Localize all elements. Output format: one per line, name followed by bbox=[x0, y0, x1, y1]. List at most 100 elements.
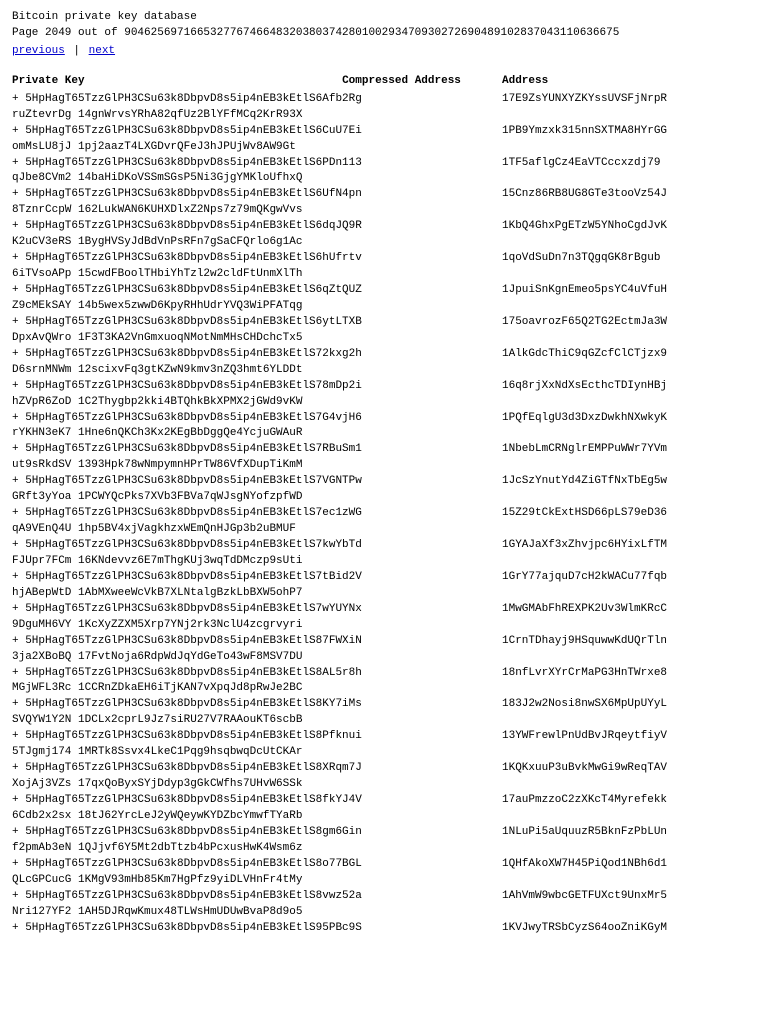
entry-row-1-5: + 5HpHagT65TzzGlPH3CSu63k8DbpvD8s5ip4nEB… bbox=[12, 251, 756, 267]
key-line2-16: 9DguMH6VY 1KcXyZZXM5Xrp7YNj2rk3NclU4zcgr… bbox=[12, 618, 502, 634]
entry-row-1-24: + 5HpHagT65TzzGlPH3CSu63k8DbpvD8s5ip4nEB… bbox=[12, 857, 756, 873]
entry-row-1-23: + 5HpHagT65TzzGlPH3CSu63k8DbpvD8s5ip4nEB… bbox=[12, 825, 756, 841]
addr-9: 16q8rjXxNdXsEcthcTDIynHBj bbox=[502, 379, 667, 395]
entry-row-2-19: SVQYW1Y2N 1DCLx2cprL9Jz7siRU27V7RAAouKT6… bbox=[12, 713, 756, 729]
addr-2: 1TF5aflgCz4EaVTCccxzdj79 bbox=[502, 156, 660, 172]
key-line2-2: qJbe8CVm2 14baHiDKoVSSmSGsP5Ni3GjgYMKloU… bbox=[12, 171, 502, 187]
entry-row-2-3: 8TznrCcpW 162LukWAN6KUHXDlxZ2Nps7z79mQKg… bbox=[12, 203, 756, 219]
entry-row-1-19: + 5HpHagT65TzzGlPH3CSu63k8DbpvD8s5ip4nEB… bbox=[12, 697, 756, 713]
key-line1-11: + 5HpHagT65TzzGlPH3CSu63k8DbpvD8s5ip4nEB… bbox=[12, 442, 502, 458]
entry-row-1-7: + 5HpHagT65TzzGlPH3CSu63k8DbpvD8s5ip4nEB… bbox=[12, 315, 756, 331]
addr-16: 1MwGMAbFhREXPK2Uv3WlmKRcC bbox=[502, 602, 667, 618]
entry-row-2-5: 6iTVsoAPp 15cwdFBoolTHbiYhTzl2w2cldFtUnm… bbox=[12, 267, 756, 283]
entry-row-1-14: + 5HpHagT65TzzGlPH3CSu63k8DbpvD8s5ip4nEB… bbox=[12, 538, 756, 554]
entry-23: + 5HpHagT65TzzGlPH3CSu63k8DbpvD8s5ip4nEB… bbox=[12, 825, 756, 857]
addr-24: 1QHfAkoXW7H45PiQod1NBh6d1 bbox=[502, 857, 667, 873]
addr-3: 15Cnz86RB8UG8GTe3tooVz54J bbox=[502, 187, 667, 203]
entry-18: + 5HpHagT65TzzGlPH3CSu63k8DbpvD8s5ip4nEB… bbox=[12, 666, 756, 698]
key-line2-25: Nri127YF2 1AH5DJRqwKmux48TLWsHmUDUwBvaP8… bbox=[12, 905, 502, 921]
previous-link[interactable]: previous bbox=[12, 45, 65, 57]
entry-9: + 5HpHagT65TzzGlPH3CSu63k8DbpvD8s5ip4nEB… bbox=[12, 379, 756, 411]
key-line2-9: hZVpR6ZoD 1C2Thygbp2kki4BTQhkBkXPMX2jGWd… bbox=[12, 395, 502, 411]
key-line1-16: + 5HpHagT65TzzGlPH3CSu63k8DbpvD8s5ip4nEB… bbox=[12, 602, 502, 618]
entry-row-2-23: f2pmAb3eN 1QJjvf6Y5Mt2dbTtzb4bPcxusHwK4W… bbox=[12, 841, 756, 857]
key-line2-18: MGjWFL3Rc 1CCRnZDkaEH6iTjKAN7vXpqJd8pRwJ… bbox=[12, 681, 502, 697]
key-line1-13: + 5HpHagT65TzzGlPH3CSu63k8DbpvD8s5ip4nEB… bbox=[12, 506, 502, 522]
addr-8: 1AlkGdcThiC9qGZcfClCTjzx9 bbox=[502, 347, 667, 363]
key-line1-20: + 5HpHagT65TzzGlPH3CSu63k8DbpvD8s5ip4nEB… bbox=[12, 729, 502, 745]
key-line2-1: omMsLU8jJ 1pj2aazT4LXGDvrQFeJ3hJPUjWv8AW… bbox=[12, 140, 502, 156]
entry-10: + 5HpHagT65TzzGlPH3CSu63k8DbpvD8s5ip4nEB… bbox=[12, 411, 756, 443]
entry-row-1-17: + 5HpHagT65TzzGlPH3CSu63k8DbpvD8s5ip4nEB… bbox=[12, 634, 756, 650]
addr-0: 17E9ZsYUNXYZKYssUVSFjNrpR bbox=[502, 92, 667, 108]
entry-row-2-1: omMsLU8jJ 1pj2aazT4LXGDvrQFeJ3hJPUjWv8AW… bbox=[12, 140, 756, 156]
addr-21: 1KQKxuuP3uBvkMwGi9wReqTAV bbox=[502, 761, 667, 777]
entry-row-1-1: + 5HpHagT65TzzGlPH3CSu63k8DbpvD8s5ip4nEB… bbox=[12, 124, 756, 140]
key-line1-2: + 5HpHagT65TzzGlPH3CSu63k8DbpvD8s5ip4nEB… bbox=[12, 156, 502, 172]
key-line1-23: + 5HpHagT65TzzGlPH3CSu63k8DbpvD8s5ip4nEB… bbox=[12, 825, 502, 841]
entry-row-2-0: ruZtevrDg 14gnWrvsYRhA82qfUz2BlYFfMCq2Kr… bbox=[12, 108, 756, 124]
entry-4: + 5HpHagT65TzzGlPH3CSu63k8DbpvD8s5ip4nEB… bbox=[12, 219, 756, 251]
key-line1-0: + 5HpHagT65TzzGlPH3CSu63k8DbpvD8s5ip4nEB… bbox=[12, 92, 502, 108]
entry-19: + 5HpHagT65TzzGlPH3CSu63k8DbpvD8s5ip4nEB… bbox=[12, 697, 756, 729]
key-line2-21: XojAj3VZs 17qxQoByxSYjDdyp3gGkCWfhs7UHvW… bbox=[12, 777, 502, 793]
key-line1-10: + 5HpHagT65TzzGlPH3CSu63k8DbpvD8s5ip4nEB… bbox=[12, 411, 502, 427]
key-line2-7: DpxAvQWro 1F3T3KA2VnGmxuoqNMotNmMHsCHDch… bbox=[12, 331, 502, 347]
page-title: Bitcoin private key database bbox=[12, 10, 756, 26]
key-line2-23: f2pmAb3eN 1QJjvf6Y5Mt2dbTtzb4bPcxusHwK4W… bbox=[12, 841, 502, 857]
addr-20: 13YWFrewlPnUdBvJRqeytfiyV bbox=[502, 729, 667, 745]
key-line1-3: + 5HpHagT65TzzGlPH3CSu63k8DbpvD8s5ip4nEB… bbox=[12, 187, 502, 203]
entry-3: + 5HpHagT65TzzGlPH3CSu63k8DbpvD8s5ip4nEB… bbox=[12, 187, 756, 219]
entry-row-2-18: MGjWFL3Rc 1CCRnZDkaEH6iTjKAN7vXpqJd8pRwJ… bbox=[12, 681, 756, 697]
addr-14: 1GYAJaXf3xZhvjpc6HYixLfTM bbox=[502, 538, 667, 554]
entry-20: + 5HpHagT65TzzGlPH3CSu63k8DbpvD8s5ip4nEB… bbox=[12, 729, 756, 761]
entry-row-1-18: + 5HpHagT65TzzGlPH3CSu63k8DbpvD8s5ip4nEB… bbox=[12, 666, 756, 682]
entry-row-1-26: + 5HpHagT65TzzGlPH3CSu63k8DbpvD8s5ip4nEB… bbox=[12, 921, 756, 937]
entry-12: + 5HpHagT65TzzGlPH3CSu63k8DbpvD8s5ip4nEB… bbox=[12, 474, 756, 506]
entry-row-2-4: K2uCV3eRS 1BygHVSyJdBdVnPsRFn7gSaCFQrlo6… bbox=[12, 235, 756, 251]
entry-row-1-4: + 5HpHagT65TzzGlPH3CSu63k8DbpvD8s5ip4nEB… bbox=[12, 219, 756, 235]
entry-row-2-13: qA9VEnQ4U 1hp5BV4xjVagkhzxWEmQnHJGp3b2uB… bbox=[12, 522, 756, 538]
page-info: Page 2049 out of 90462569716653277674664… bbox=[12, 26, 756, 42]
key-line2-14: FJUpr7FCm 16KNdevvz6E7mThgKUj3wqTdDMczp9… bbox=[12, 554, 502, 570]
entry-row-1-13: + 5HpHagT65TzzGlPH3CSu63k8DbpvD8s5ip4nEB… bbox=[12, 506, 756, 522]
col-header-private-key: Private Key Compressed Address bbox=[12, 74, 502, 90]
nav-links: previous | next bbox=[12, 44, 756, 60]
key-line1-5: + 5HpHagT65TzzGlPH3CSu63k8DbpvD8s5ip4nEB… bbox=[12, 251, 502, 267]
entry-row-2-25: Nri127YF2 1AH5DJRqwKmux48TLWsHmUDUwBvaP8… bbox=[12, 905, 756, 921]
key-line2-6: Z9cMEkSAY 14b5wex5zwwD6KpyRHhUdrYVQ3WiPF… bbox=[12, 299, 502, 315]
header: Bitcoin private key database Page 2049 o… bbox=[12, 10, 756, 60]
key-line2-19: SVQYW1Y2N 1DCLx2cprL9Jz7siRU27V7RAAouKT6… bbox=[12, 713, 502, 729]
page-container: Bitcoin private key database Page 2049 o… bbox=[12, 10, 756, 936]
addr-22: 17auPmzzoC2zXKcT4Myrefekk bbox=[502, 793, 667, 809]
key-line2-3: 8TznrCcpW 162LukWAN6KUHXDlxZ2Nps7z79mQKg… bbox=[12, 203, 502, 219]
entry-14: + 5HpHagT65TzzGlPH3CSu63k8DbpvD8s5ip4nEB… bbox=[12, 538, 756, 570]
col-header-address: Address bbox=[502, 74, 548, 90]
entry-row-1-21: + 5HpHagT65TzzGlPH3CSu63k8DbpvD8s5ip4nEB… bbox=[12, 761, 756, 777]
nav-separator: | bbox=[67, 45, 87, 57]
addr-4: 1KbQ4GhxPgETzW5YNhoCgdJvK bbox=[502, 219, 667, 235]
addr-1: 1PB9Ymzxk315nnSXTMA8HYrGG bbox=[502, 124, 667, 140]
entry-6: + 5HpHagT65TzzGlPH3CSu63k8DbpvD8s5ip4nEB… bbox=[12, 283, 756, 315]
key-line1-6: + 5HpHagT65TzzGlPH3CSu63k8DbpvD8s5ip4nEB… bbox=[12, 283, 502, 299]
entry-1: + 5HpHagT65TzzGlPH3CSu63k8DbpvD8s5ip4nEB… bbox=[12, 124, 756, 156]
next-link[interactable]: next bbox=[89, 45, 115, 57]
key-line2-22: 6Cdb2x2sx 18tJ62YrcLeJ2yWQeywKYDZbcYmwfT… bbox=[12, 809, 502, 825]
entry-row-2-9: hZVpR6ZoD 1C2Thygbp2kki4BTQhkBkXPMX2jGWd… bbox=[12, 395, 756, 411]
entry-21: + 5HpHagT65TzzGlPH3CSu63k8DbpvD8s5ip4nEB… bbox=[12, 761, 756, 793]
addr-17: 1CrnTDhayj9HSquwwKdUQrTln bbox=[502, 634, 667, 650]
entry-row-2-17: 3ja2XBoBQ 17FvtNoja6RdpWdJqYdGeTo43wF8MS… bbox=[12, 650, 756, 666]
key-line2-20: 5TJgmj174 1MRTk8Ssvx4LkeC1Pqg9hsqbwqDcUt… bbox=[12, 745, 502, 761]
entry-row-1-16: + 5HpHagT65TzzGlPH3CSu63k8DbpvD8s5ip4nEB… bbox=[12, 602, 756, 618]
entry-row-1-2: + 5HpHagT65TzzGlPH3CSu63k8DbpvD8s5ip4nEB… bbox=[12, 156, 756, 172]
key-line1-1: + 5HpHagT65TzzGlPH3CSu63k8DbpvD8s5ip4nEB… bbox=[12, 124, 502, 140]
entry-25: + 5HpHagT65TzzGlPH3CSu63k8DbpvD8s5ip4nEB… bbox=[12, 889, 756, 921]
key-line1-9: + 5HpHagT65TzzGlPH3CSu63k8DbpvD8s5ip4nEB… bbox=[12, 379, 502, 395]
entry-row-2-24: QLcGPCucG 1KMgV93mHb85Km7HgPfz9yiDLVHnFr… bbox=[12, 873, 756, 889]
key-line1-22: + 5HpHagT65TzzGlPH3CSu63k8DbpvD8s5ip4nEB… bbox=[12, 793, 502, 809]
entry-row-1-9: + 5HpHagT65TzzGlPH3CSu63k8DbpvD8s5ip4nEB… bbox=[12, 379, 756, 395]
key-line2-0: ruZtevrDg 14gnWrvsYRhA82qfUz2BlYFfMCq2Kr… bbox=[12, 108, 502, 124]
entry-row-2-7: DpxAvQWro 1F3T3KA2VnGmxuoqNMotNmMHsCHDch… bbox=[12, 331, 756, 347]
addr-26: 1KVJwyTRSbCyzS64ooZniKGyM bbox=[502, 921, 667, 937]
entry-row-2-20: 5TJgmj174 1MRTk8Ssvx4LkeC1Pqg9hsqbwqDcUt… bbox=[12, 745, 756, 761]
